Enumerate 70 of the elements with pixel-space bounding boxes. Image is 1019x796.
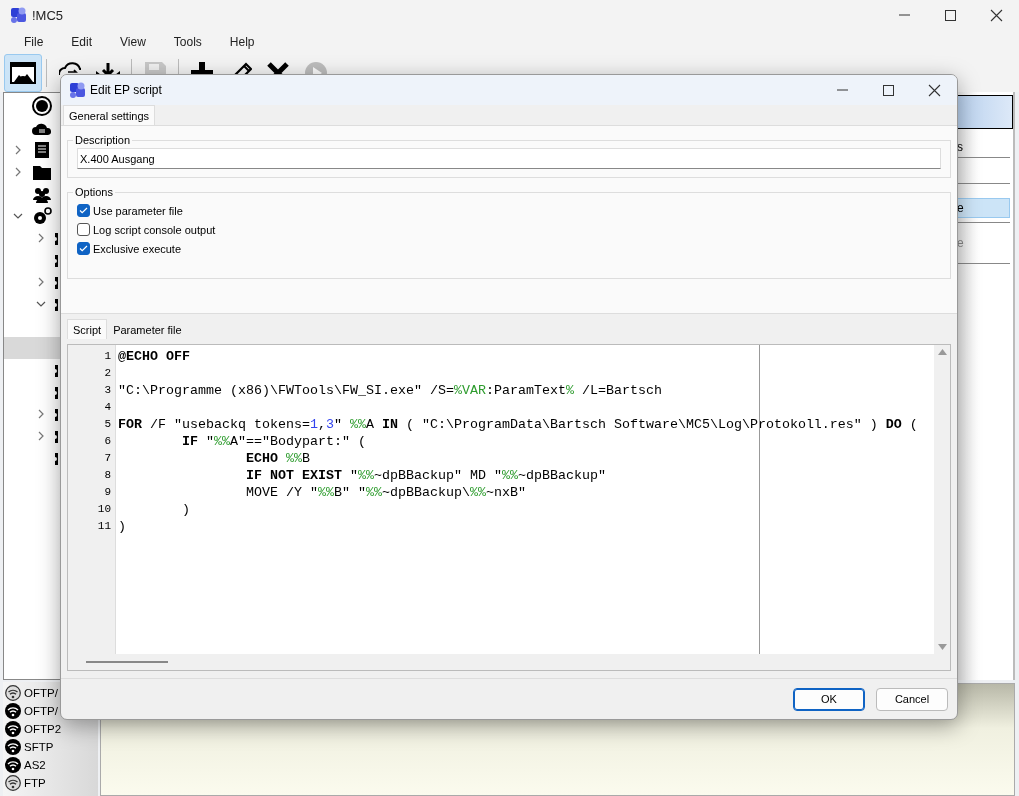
line-number: 1 <box>103 349 112 364</box>
protocol-label[interactable]: OFTP2 <box>24 723 62 735</box>
cancel-button[interactable]: Cancel <box>876 687 948 711</box>
toolbar-button[interactable] <box>4 54 42 92</box>
group-label: Description <box>74 134 132 146</box>
protocol-label[interactable]: SFTP <box>24 741 54 753</box>
minimize-icon <box>898 14 910 16</box>
document-icon <box>32 140 52 160</box>
line-number: 4 <box>103 400 112 415</box>
close-icon <box>988 7 1004 23</box>
horizontal-scrollbar[interactable] <box>68 654 950 670</box>
code-line: FOR /F "usebackq tokens=1,3" %%A IN ( "C:\ProgramData\Bartsch Software\MC5\Log\Protokoll.res" ) DO ( <box>118 416 918 433</box>
dialog-title: Edit EP script <box>90 83 163 97</box>
checkbox[interactable] <box>77 223 90 236</box>
maximize-icon <box>880 82 896 98</box>
code-line: IF NOT EXIST "%%~dpBBackup" MD "%%~dpBBackup" <box>244 467 606 484</box>
list-item[interactable]: s <box>956 137 1010 157</box>
protocol-label[interactable]: OFTP/ <box>24 687 58 699</box>
protocol-label[interactable]: OFTP/ <box>24 705 58 717</box>
plus-icon <box>191 62 213 75</box>
menu-item[interactable]: Tools <box>163 33 212 51</box>
menu-item[interactable]: File <box>14 33 54 51</box>
close-icon <box>267 62 289 75</box>
tab[interactable]: General settings <box>63 105 156 125</box>
scroll-down-icon <box>937 644 947 650</box>
line-number: 5 <box>103 417 112 432</box>
code-line: @ECHO OFF <box>118 348 190 365</box>
description-field[interactable]: X.400 Ausgang <box>77 148 941 169</box>
menu-item[interactable]: Edit <box>61 33 103 51</box>
group-label: Options <box>74 186 114 198</box>
code-line: "C:\Programme (x86)\FWTools\FW_SI.exe" /S=%VAR:ParamText% /L=Bartsch <box>118 382 662 399</box>
line-number: 7 <box>103 451 112 466</box>
protocol-label[interactable]: AS2 <box>24 759 46 771</box>
code-line: MOVE /Y "%%B" "%%~dpBBackup\%%~nxB" <box>244 484 526 501</box>
window-title: !MC5 <box>32 7 65 23</box>
line-number: 3 <box>103 383 112 398</box>
checkbox-label: Use parameter file <box>93 204 183 217</box>
tab[interactable]: Parameter file <box>107 319 188 339</box>
gears-icon <box>32 206 52 226</box>
cloud-sync-icon <box>59 62 81 75</box>
checkbox[interactable] <box>77 242 90 255</box>
code-line: ) <box>181 501 190 518</box>
maximize-icon <box>942 7 958 23</box>
list-item[interactable]: e <box>956 198 1010 218</box>
protocol-label[interactable]: FTP <box>24 777 46 789</box>
vertical-scrollbar[interactable] <box>934 345 950 654</box>
menu-item[interactable]: View <box>110 33 156 51</box>
line-number: 10 <box>96 502 112 517</box>
checkbox[interactable] <box>77 204 90 217</box>
ok-button[interactable]: OK <box>793 687 865 711</box>
menu-item[interactable]: Help <box>219 33 265 51</box>
line-number: 11 <box>96 519 112 534</box>
target-icon <box>32 96 52 116</box>
code-line: ECHO %%B <box>244 450 310 467</box>
checkbox-label: Exclusive execute <box>93 242 182 255</box>
line-number: 8 <box>103 468 112 483</box>
panel-header <box>956 95 1013 129</box>
checkbox-label: Log script console output <box>93 223 216 236</box>
close-icon <box>926 82 942 98</box>
code-line: ) <box>118 518 126 535</box>
line-number: 2 <box>103 366 112 381</box>
code-line: IF "%%A"=="Bodypart:" ( <box>181 433 366 450</box>
minimize-icon <box>836 89 848 91</box>
scroll-up-icon <box>937 349 947 355</box>
app-logo-icon <box>10 7 26 23</box>
scrollbar-thumb[interactable] <box>86 661 168 663</box>
line-number: 9 <box>103 485 112 500</box>
tab[interactable]: Script <box>67 319 108 339</box>
app-logo-icon <box>69 82 85 98</box>
line-number: 6 <box>103 434 112 449</box>
